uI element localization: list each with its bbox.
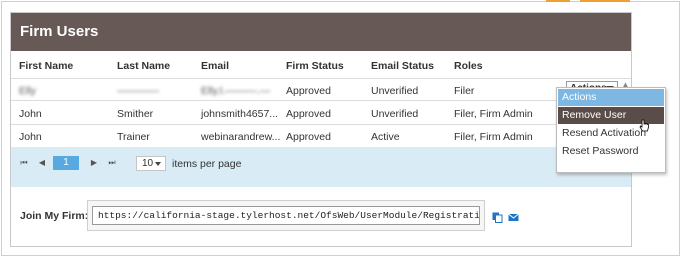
- menu-item-actions[interactable]: Actions: [558, 89, 664, 106]
- registration-url-field[interactable]: https://california-stage.tylerhost.net/O…: [92, 206, 480, 225]
- col-firm-status[interactable]: Firm Status: [286, 60, 344, 72]
- first-page-icon[interactable]: ⏮: [17, 156, 31, 170]
- row-divider: [11, 100, 631, 101]
- cell-last-name: Smither: [117, 108, 154, 120]
- cell-roles: Filer, Firm Admin: [454, 108, 533, 120]
- col-roles[interactable]: Roles: [454, 60, 483, 72]
- items-per-page-label: items per page: [172, 158, 242, 170]
- cell-first-name: John: [19, 131, 42, 143]
- col-last-name[interactable]: Last Name: [117, 60, 170, 72]
- cell-email: johnsmith4657...: [201, 108, 279, 120]
- cell-email-status: Active: [371, 131, 400, 143]
- next-page-icon[interactable]: ▶: [87, 156, 101, 170]
- menu-item-reset-password[interactable]: Reset Password: [558, 143, 664, 160]
- cell-firm-status: Approved: [286, 131, 331, 143]
- cell-roles: Filer: [454, 85, 475, 97]
- chevron-down-icon: [155, 162, 161, 166]
- cursor-icon: [639, 119, 649, 132]
- top-accent-left: [546, 0, 570, 2]
- pager: ⏮ ◀ 1 ▶ ⏭ 10 items per page 1: [11, 147, 631, 187]
- panel-title: Firm Users: [20, 23, 99, 40]
- row-divider: [11, 124, 631, 125]
- cell-email-status: Unverified: [371, 108, 419, 120]
- cell-firm-status: Approved: [286, 85, 331, 97]
- cell-email-status: Unverified: [371, 85, 419, 97]
- copy-icon[interactable]: [492, 212, 503, 223]
- col-first-name[interactable]: First Name: [19, 60, 73, 72]
- cell-roles: Filer, Firm Admin: [454, 131, 533, 143]
- top-accent-right: [580, 0, 630, 2]
- last-page-icon[interactable]: ⏭: [105, 156, 119, 170]
- join-firm-label: Join My Firm:: [20, 210, 89, 222]
- cell-firm-status: Approved: [286, 108, 331, 120]
- url-box: https://california-stage.tylerhost.net/O…: [87, 200, 485, 231]
- prev-page-icon[interactable]: ◀: [35, 156, 49, 170]
- panel-header: Firm Users: [11, 13, 631, 51]
- cell-email: Elly.l.———.—: [201, 85, 271, 97]
- per-page-value: 10: [142, 158, 154, 169]
- current-page[interactable]: 1: [53, 156, 79, 170]
- cell-email: webinarandrew...: [201, 131, 281, 143]
- col-email-status[interactable]: Email Status: [371, 60, 434, 72]
- email-icon[interactable]: [508, 212, 519, 223]
- cell-first-name: John: [19, 108, 42, 120]
- cell-last-name: Trainer: [117, 131, 150, 143]
- firm-users-panel: Firm Users First Name Last Name Email Fi…: [10, 12, 632, 247]
- cell-first-name: Elly: [19, 85, 36, 97]
- col-email[interactable]: Email: [201, 60, 229, 72]
- per-page-select[interactable]: 10: [136, 156, 166, 171]
- header-divider: [11, 78, 631, 79]
- cell-last-name: ————: [117, 85, 159, 97]
